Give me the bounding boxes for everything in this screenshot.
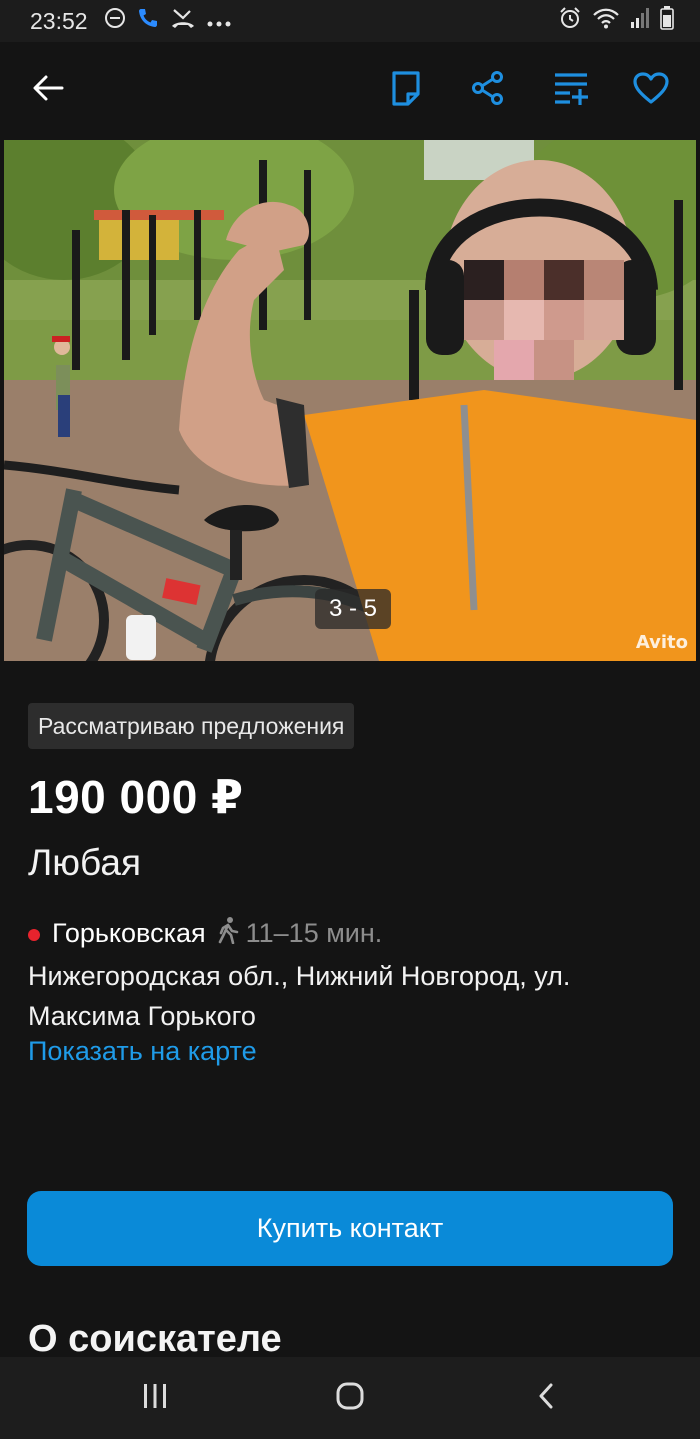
wifi-icon <box>592 7 620 35</box>
back-icon <box>536 1382 556 1415</box>
compare-button[interactable] <box>543 62 599 118</box>
system-nav-bar <box>0 1357 700 1439</box>
metro-station: Горьковская <box>52 918 206 948</box>
section-about-title: О соискателе <box>28 1318 282 1360</box>
metro-info: Горьковская 11–15 мин. <box>28 916 382 951</box>
walking-person-icon <box>216 916 240 951</box>
arrow-left-icon <box>32 74 64 107</box>
recent-apps-button[interactable] <box>125 1375 185 1421</box>
system-back-button[interactable] <box>516 1375 576 1421</box>
recent-apps-icon <box>141 1383 169 1414</box>
status-bar: 23:52 <box>0 0 700 42</box>
buy-contact-button[interactable]: Купить контакт <box>27 1191 673 1266</box>
dnd-icon <box>104 7 126 35</box>
more-dots-icon <box>206 8 232 34</box>
note-button[interactable] <box>378 62 434 118</box>
listing-subtitle: Любая <box>28 842 141 883</box>
note-icon <box>390 70 422 111</box>
app-bar <box>0 42 700 138</box>
avito-watermark: Avito <box>635 632 688 653</box>
status-time: 23:52 <box>30 8 88 34</box>
share-button[interactable] <box>460 62 516 118</box>
listing-photo[interactable]: 3 - 5 Avito <box>4 140 696 661</box>
compare-icon <box>553 71 589 110</box>
share-icon <box>471 70 505 110</box>
walk-time: 11–15 мин. <box>245 918 383 948</box>
alarm-icon <box>558 6 582 36</box>
battery-icon <box>660 6 674 36</box>
favorite-heart-icon <box>633 71 669 109</box>
call-icon <box>136 6 160 36</box>
photo-counter: 3 - 5 <box>315 589 391 629</box>
price: 190 000 ₽ <box>28 771 244 823</box>
home-button[interactable] <box>320 1375 380 1421</box>
show-on-map-link[interactable]: Показать на карте <box>28 1036 257 1067</box>
signal-icon <box>630 7 650 35</box>
back-button[interactable] <box>20 62 76 118</box>
missed-call-icon <box>170 6 196 36</box>
status-badge: Рассматриваю предложения <box>28 703 355 749</box>
favorite-button[interactable] <box>623 62 679 118</box>
home-icon <box>335 1381 365 1416</box>
metro-line-dot <box>28 928 40 941</box>
address: Нижегородская обл., Нижний Новгород, ул.… <box>28 961 571 1031</box>
